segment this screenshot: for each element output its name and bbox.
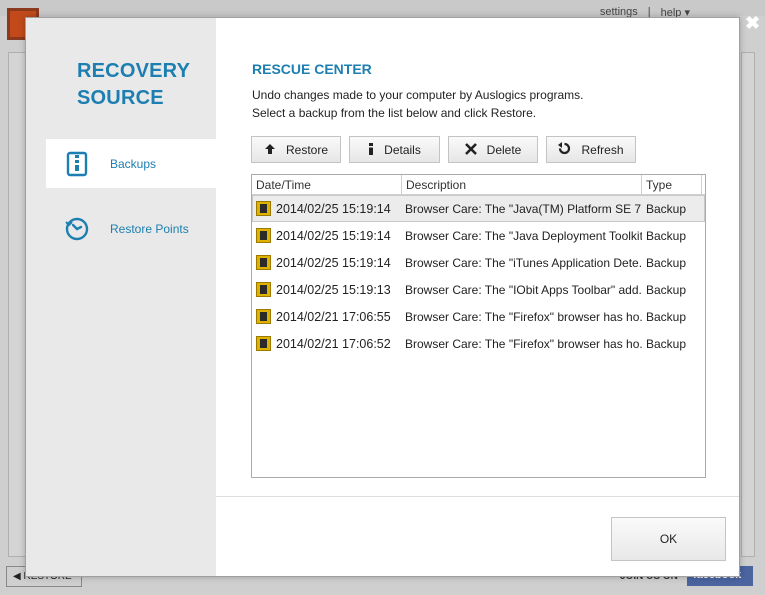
rescue-center-dialog: RECOVERY SOURCE Backups Restore Points R… [25,17,740,577]
footer-divider [216,496,739,497]
page-description: Undo changes made to your computer by Au… [252,86,584,122]
restore-button[interactable]: Restore [251,136,341,163]
date-text: 2014/02/25 15:19:14 [276,255,391,270]
description-line: Select a backup from the list below and … [252,106,537,120]
backup-file-icon [256,336,271,351]
type-cell: Backup [646,201,687,216]
backup-file-icon [256,228,271,243]
type-cell: Backup [646,309,687,324]
description-cell: Browser Care: The "Java(TM) Platform SE … [405,201,642,216]
archive-icon [64,151,90,177]
description-cell: Browser Care: The "IObit Apps Toolbar" a… [405,282,642,297]
column-header-type[interactable]: Type [642,175,702,194]
date-text: 2014/02/25 15:19:14 [276,228,391,243]
refresh-icon [558,142,571,157]
table-body: 2014/02/25 15:19:14 Browser Care: The "Ja… [252,195,705,357]
details-button[interactable]: Details [349,136,440,163]
backup-file-icon [256,309,271,324]
backup-file-icon [256,201,271,216]
page-title: RESCUE CENTER [252,61,372,77]
column-header-date[interactable]: Date/Time [252,175,402,194]
delete-button[interactable]: Delete [448,136,538,163]
table-row[interactable]: 2014/02/25 15:19:14 Browser Care: The "Ja… [252,222,705,249]
refresh-button[interactable]: Refresh [546,136,636,163]
table-row[interactable]: 2014/02/25 15:19:14 Browser Care: The "iT… [252,249,705,276]
delete-x-icon [464,142,477,157]
sidebar-item-label: Backups [110,156,157,171]
description-line: Undo changes made to your computer by Au… [252,88,584,102]
table-row[interactable]: 2014/02/25 15:19:14 Browser Care: The "Ja… [252,195,705,222]
toolbar: Restore Details Delete Refresh [251,136,636,163]
backups-table: Date/Time Description Type 2014/02/25 15… [251,174,706,478]
arrow-up-icon [264,143,276,157]
table-row[interactable]: 2014/02/21 17:06:55 Browser Care: The "Fi… [252,303,705,330]
description-cell: Browser Care: The "Java Deployment Toolk… [405,228,642,243]
type-cell: Backup [646,228,687,243]
backup-file-icon [256,255,271,270]
date-cell: 2014/02/25 15:19:14 [252,228,402,243]
table-row[interactable]: 2014/02/25 15:19:13 Browser Care: The "IO… [252,276,705,303]
table-row[interactable]: 2014/02/21 17:06:52 Browser Care: The "Fi… [252,330,705,357]
date-cell: 2014/02/21 17:06:52 [252,336,402,351]
type-cell: Backup [646,336,687,351]
description-cell: Browser Care: The "Firefox" browser has … [405,309,642,324]
date-cell: 2014/02/21 17:06:55 [252,309,402,324]
type-cell: Backup [646,255,687,270]
info-icon [368,142,374,157]
date-cell: 2014/02/25 15:19:14 [252,255,402,270]
table-header: Date/Time Description Type [252,175,705,195]
date-cell: 2014/02/25 15:19:13 [252,282,402,297]
app-left-panel [8,52,26,557]
main-panel: RESCUE CENTER Undo changes made to your … [216,18,739,496]
ok-button[interactable]: OK [611,517,726,561]
date-text: 2014/02/25 15:19:13 [276,282,391,297]
date-text: 2014/02/21 17:06:52 [276,336,391,351]
sidebar-item-restore-points[interactable]: Restore Points [46,204,216,253]
refresh-button-label: Refresh [581,142,624,157]
sidebar-title: RECOVERY SOURCE [77,58,190,112]
date-cell: 2014/02/25 15:19:14 [252,201,402,216]
description-cell: Browser Care: The "Firefox" browser has … [405,336,642,351]
backup-file-icon [256,282,271,297]
date-text: 2014/02/21 17:06:55 [276,309,391,324]
description-cell: Browser Care: The "iTunes Application De… [405,255,642,270]
sidebar-title-line2: SOURCE [77,87,164,109]
app-right-panel [741,52,755,557]
close-icon[interactable]: ✖ [745,14,760,32]
details-button-label: Details [384,142,421,157]
clock-restore-icon [64,216,90,242]
sidebar-item-backups[interactable]: Backups [46,139,216,188]
date-text: 2014/02/25 15:19:14 [276,201,391,216]
type-cell: Backup [646,282,687,297]
restore-button-label: Restore [285,142,329,157]
sidebar-title-line1: RECOVERY [77,60,191,82]
delete-button-label: Delete [486,142,522,157]
sidebar-item-label: Restore Points [110,221,189,236]
column-header-description[interactable]: Description [402,175,642,194]
sidebar: RECOVERY SOURCE Backups Restore Points [26,18,216,576]
